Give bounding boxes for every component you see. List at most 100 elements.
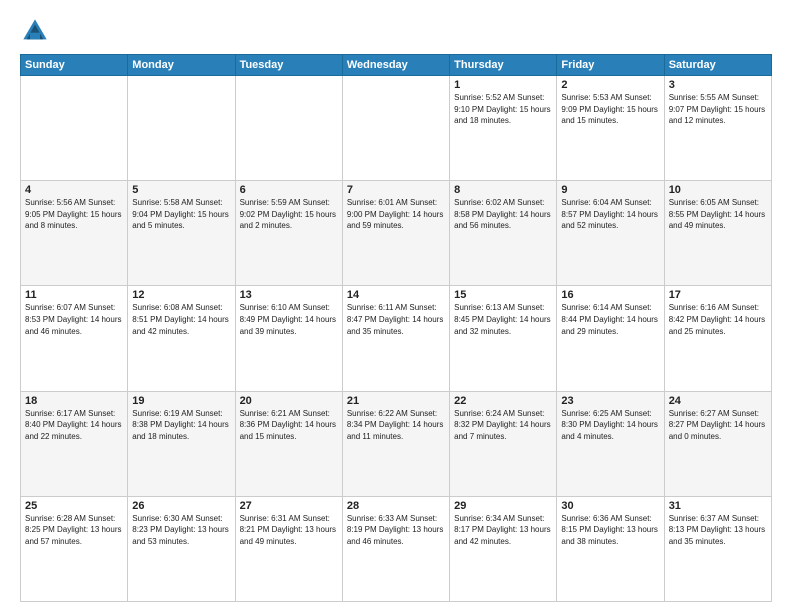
day-number: 26 (132, 500, 230, 512)
calendar-cell: 15Sunrise: 6:13 AM Sunset: 8:45 PM Dayli… (450, 286, 557, 391)
day-info: Sunrise: 6:36 AM Sunset: 8:15 PM Dayligh… (561, 513, 659, 548)
page: SundayMondayTuesdayWednesdayThursdayFrid… (0, 0, 792, 612)
calendar-cell: 2Sunrise: 5:53 AM Sunset: 9:09 PM Daylig… (557, 76, 664, 181)
day-number: 1 (454, 79, 552, 91)
calendar-cell: 12Sunrise: 6:08 AM Sunset: 8:51 PM Dayli… (128, 286, 235, 391)
calendar-cell: 23Sunrise: 6:25 AM Sunset: 8:30 PM Dayli… (557, 391, 664, 496)
calendar-cell: 30Sunrise: 6:36 AM Sunset: 8:15 PM Dayli… (557, 496, 664, 601)
day-info: Sunrise: 6:25 AM Sunset: 8:30 PM Dayligh… (561, 408, 659, 443)
day-info: Sunrise: 5:56 AM Sunset: 9:05 PM Dayligh… (25, 197, 123, 232)
day-number: 19 (132, 395, 230, 407)
day-number: 5 (132, 184, 230, 196)
calendar-cell (342, 76, 449, 181)
calendar-cell: 22Sunrise: 6:24 AM Sunset: 8:32 PM Dayli… (450, 391, 557, 496)
day-number: 29 (454, 500, 552, 512)
day-number: 16 (561, 289, 659, 301)
calendar-cell: 11Sunrise: 6:07 AM Sunset: 8:53 PM Dayli… (21, 286, 128, 391)
logo-icon (20, 16, 50, 46)
day-info: Sunrise: 6:37 AM Sunset: 8:13 PM Dayligh… (669, 513, 767, 548)
day-number: 28 (347, 500, 445, 512)
calendar-cell: 4Sunrise: 5:56 AM Sunset: 9:05 PM Daylig… (21, 181, 128, 286)
day-number: 11 (25, 289, 123, 301)
calendar-cell: 13Sunrise: 6:10 AM Sunset: 8:49 PM Dayli… (235, 286, 342, 391)
day-info: Sunrise: 6:13 AM Sunset: 8:45 PM Dayligh… (454, 302, 552, 337)
day-number: 10 (669, 184, 767, 196)
day-info: Sunrise: 5:58 AM Sunset: 9:04 PM Dayligh… (132, 197, 230, 232)
day-info: Sunrise: 5:59 AM Sunset: 9:02 PM Dayligh… (240, 197, 338, 232)
calendar-cell: 26Sunrise: 6:30 AM Sunset: 8:23 PM Dayli… (128, 496, 235, 601)
day-number: 7 (347, 184, 445, 196)
day-number: 23 (561, 395, 659, 407)
calendar-cell: 31Sunrise: 6:37 AM Sunset: 8:13 PM Dayli… (664, 496, 771, 601)
day-number: 3 (669, 79, 767, 91)
calendar-cell: 3Sunrise: 5:55 AM Sunset: 9:07 PM Daylig… (664, 76, 771, 181)
day-number: 15 (454, 289, 552, 301)
day-number: 21 (347, 395, 445, 407)
calendar-cell (128, 76, 235, 181)
week-row-5: 25Sunrise: 6:28 AM Sunset: 8:25 PM Dayli… (21, 496, 772, 601)
calendar-cell: 25Sunrise: 6:28 AM Sunset: 8:25 PM Dayli… (21, 496, 128, 601)
day-number: 8 (454, 184, 552, 196)
day-number: 27 (240, 500, 338, 512)
day-number: 31 (669, 500, 767, 512)
day-info: Sunrise: 6:05 AM Sunset: 8:55 PM Dayligh… (669, 197, 767, 232)
calendar-cell: 5Sunrise: 5:58 AM Sunset: 9:04 PM Daylig… (128, 181, 235, 286)
day-info: Sunrise: 6:30 AM Sunset: 8:23 PM Dayligh… (132, 513, 230, 548)
day-info: Sunrise: 6:04 AM Sunset: 8:57 PM Dayligh… (561, 197, 659, 232)
day-info: Sunrise: 6:07 AM Sunset: 8:53 PM Dayligh… (25, 302, 123, 337)
day-number: 30 (561, 500, 659, 512)
day-header-wednesday: Wednesday (342, 55, 449, 76)
day-info: Sunrise: 6:19 AM Sunset: 8:38 PM Dayligh… (132, 408, 230, 443)
day-header-tuesday: Tuesday (235, 55, 342, 76)
day-info: Sunrise: 6:21 AM Sunset: 8:36 PM Dayligh… (240, 408, 338, 443)
logo (20, 16, 54, 46)
calendar-cell: 20Sunrise: 6:21 AM Sunset: 8:36 PM Dayli… (235, 391, 342, 496)
day-number: 22 (454, 395, 552, 407)
day-number: 6 (240, 184, 338, 196)
day-info: Sunrise: 6:24 AM Sunset: 8:32 PM Dayligh… (454, 408, 552, 443)
calendar-cell: 19Sunrise: 6:19 AM Sunset: 8:38 PM Dayli… (128, 391, 235, 496)
calendar-body: 1Sunrise: 5:52 AM Sunset: 9:10 PM Daylig… (21, 76, 772, 602)
day-info: Sunrise: 6:17 AM Sunset: 8:40 PM Dayligh… (25, 408, 123, 443)
day-number: 9 (561, 184, 659, 196)
day-info: Sunrise: 5:52 AM Sunset: 9:10 PM Dayligh… (454, 92, 552, 127)
day-number: 14 (347, 289, 445, 301)
day-number: 12 (132, 289, 230, 301)
calendar-cell: 29Sunrise: 6:34 AM Sunset: 8:17 PM Dayli… (450, 496, 557, 601)
days-of-week-row: SundayMondayTuesdayWednesdayThursdayFrid… (21, 55, 772, 76)
week-row-1: 1Sunrise: 5:52 AM Sunset: 9:10 PM Daylig… (21, 76, 772, 181)
day-number: 2 (561, 79, 659, 91)
day-header-saturday: Saturday (664, 55, 771, 76)
calendar-cell: 6Sunrise: 5:59 AM Sunset: 9:02 PM Daylig… (235, 181, 342, 286)
calendar: SundayMondayTuesdayWednesdayThursdayFrid… (20, 54, 772, 602)
calendar-cell: 8Sunrise: 6:02 AM Sunset: 8:58 PM Daylig… (450, 181, 557, 286)
week-row-2: 4Sunrise: 5:56 AM Sunset: 9:05 PM Daylig… (21, 181, 772, 286)
calendar-cell: 14Sunrise: 6:11 AM Sunset: 8:47 PM Dayli… (342, 286, 449, 391)
day-header-sunday: Sunday (21, 55, 128, 76)
day-header-thursday: Thursday (450, 55, 557, 76)
day-number: 25 (25, 500, 123, 512)
day-info: Sunrise: 6:01 AM Sunset: 9:00 PM Dayligh… (347, 197, 445, 232)
day-number: 17 (669, 289, 767, 301)
day-number: 20 (240, 395, 338, 407)
calendar-cell: 17Sunrise: 6:16 AM Sunset: 8:42 PM Dayli… (664, 286, 771, 391)
header (20, 16, 772, 46)
day-header-friday: Friday (557, 55, 664, 76)
week-row-4: 18Sunrise: 6:17 AM Sunset: 8:40 PM Dayli… (21, 391, 772, 496)
calendar-cell: 24Sunrise: 6:27 AM Sunset: 8:27 PM Dayli… (664, 391, 771, 496)
day-info: Sunrise: 6:11 AM Sunset: 8:47 PM Dayligh… (347, 302, 445, 337)
calendar-cell: 16Sunrise: 6:14 AM Sunset: 8:44 PM Dayli… (557, 286, 664, 391)
calendar-cell: 9Sunrise: 6:04 AM Sunset: 8:57 PM Daylig… (557, 181, 664, 286)
day-number: 18 (25, 395, 123, 407)
day-info: Sunrise: 6:28 AM Sunset: 8:25 PM Dayligh… (25, 513, 123, 548)
calendar-cell: 18Sunrise: 6:17 AM Sunset: 8:40 PM Dayli… (21, 391, 128, 496)
day-number: 4 (25, 184, 123, 196)
day-header-monday: Monday (128, 55, 235, 76)
day-info: Sunrise: 6:22 AM Sunset: 8:34 PM Dayligh… (347, 408, 445, 443)
day-info: Sunrise: 6:10 AM Sunset: 8:49 PM Dayligh… (240, 302, 338, 337)
calendar-cell (235, 76, 342, 181)
calendar-cell (21, 76, 128, 181)
day-info: Sunrise: 5:55 AM Sunset: 9:07 PM Dayligh… (669, 92, 767, 127)
day-number: 13 (240, 289, 338, 301)
day-info: Sunrise: 6:16 AM Sunset: 8:42 PM Dayligh… (669, 302, 767, 337)
